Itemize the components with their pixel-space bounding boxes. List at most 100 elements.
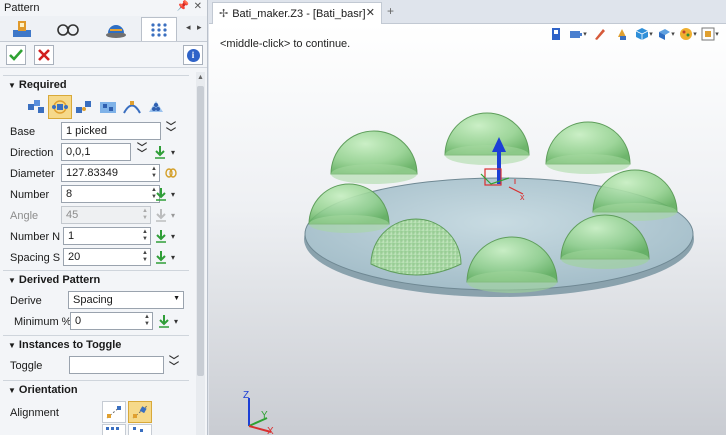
circular-pattern-icon <box>52 100 68 114</box>
chevron-down-icon: ▼ <box>173 295 180 302</box>
point-pattern-icon <box>76 101 91 113</box>
panel-scrollbar[interactable]: ▲ <box>196 72 205 435</box>
cancel-button[interactable] <box>34 45 54 65</box>
section-orientation[interactable]: ▼ Orientation <box>3 380 189 398</box>
tabs-scroll-left-icon[interactable]: ◂ <box>186 22 191 33</box>
green-arrow-icon <box>155 146 165 159</box>
direction-expand-icon[interactable]: ﹀ ﹀ <box>137 144 147 160</box>
close-tab-icon[interactable]: ✕ <box>366 6 375 19</box>
point-pattern-button[interactable] <box>72 95 96 119</box>
diameter-link-button[interactable] <box>164 166 178 180</box>
spacing-s-dropdown-icon[interactable]: ▾ <box>171 253 175 262</box>
curve-pattern-icon <box>123 101 141 114</box>
close-icon[interactable]: ✕ <box>194 1 202 12</box>
fill-pattern-button[interactable] <box>144 95 168 119</box>
panel-title: Pattern <box>4 2 40 14</box>
number-field[interactable]: 8 ▲ ▼ <box>61 185 160 203</box>
spacing-s-pick-button[interactable] <box>154 250 168 264</box>
diameter-label: Diameter <box>10 168 55 180</box>
number-n-dropdown-icon[interactable]: ▾ <box>171 232 175 241</box>
axis-triad: Z Y X <box>243 390 274 435</box>
align-grid-icon <box>106 427 119 430</box>
section-instances-to-toggle[interactable]: ▼ Instances to Toggle <box>3 335 189 353</box>
history-tool-icon <box>13 21 31 37</box>
alignment-option-3[interactable] <box>102 424 126 435</box>
spacing-s-spinner-icon[interactable]: ▲ ▼ <box>142 250 148 264</box>
pin-icon[interactable]: 📌 <box>177 1 189 12</box>
direction-field[interactable]: 0,0,1 <box>61 143 131 161</box>
angle-value: 45 <box>66 209 79 221</box>
document-tab-title: Bati_maker.Z3 - [Bati_basr] <box>232 8 366 20</box>
green-arrow-icon <box>156 188 166 201</box>
angle-field: 45 ▲ ▼ <box>61 206 151 224</box>
panel-header: Pattern 📌 ✕ <box>0 0 207 16</box>
app-window: Pattern 📌 ✕ ◂ ▸ i ▲ ▼ Required Base 1 pi… <box>0 0 726 435</box>
derive-select[interactable]: Spacing ▼ <box>68 291 184 309</box>
panel-action-bar: i <box>0 42 207 68</box>
number-pick-button[interactable] <box>154 187 168 201</box>
direction-pick-button[interactable] <box>153 145 167 159</box>
alignment-option-1[interactable] <box>102 401 126 423</box>
tab-assembly[interactable] <box>98 17 134 41</box>
ok-button[interactable] <box>6 45 26 65</box>
pattern-panel: Pattern 📌 ✕ ◂ ▸ i ▲ ▼ Required Base 1 pi… <box>0 0 208 435</box>
curve-pattern-button[interactable] <box>120 95 144 119</box>
toggle-label: Toggle <box>10 360 43 372</box>
number-dropdown-icon[interactable]: ▾ <box>171 190 175 199</box>
document-tab-bar: ✢ Bati_maker.Z3 - [Bati_basr] ✕ + <box>209 0 726 24</box>
tabs-scroll-right-icon[interactable]: ▸ <box>197 22 202 33</box>
direction-dropdown-icon[interactable]: ▾ <box>171 148 175 157</box>
face-pattern-button[interactable] <box>96 95 120 119</box>
section-required[interactable]: ▼ Required <box>3 75 189 93</box>
minimum-field[interactable]: 0 ▲ ▼ <box>70 312 153 330</box>
face-pattern-icon <box>100 102 116 113</box>
tab-document[interactable]: ✢ Bati_maker.Z3 - [Bati_basr] ✕ <box>212 2 382 24</box>
info-icon: i <box>186 48 200 62</box>
3d-viewport[interactable]: ▾ ▾ ▾ ▾ ▾ <middle-click> to continue. x … <box>209 24 726 435</box>
tab-history[interactable] <box>4 17 40 41</box>
spacing-s-field[interactable]: 20 ▲ ▼ <box>63 248 151 266</box>
number-n-pick-button[interactable] <box>154 229 168 243</box>
number-n-value: 1 <box>68 230 75 242</box>
collapse-icon: ▼ <box>8 386 16 395</box>
panel-icon-tabs: ◂ ▸ <box>0 16 207 42</box>
diameter-spinner-icon[interactable]: ▲ ▼ <box>151 166 157 180</box>
tab-pattern[interactable] <box>141 17 177 41</box>
link-icon <box>165 168 177 178</box>
spacing-s-label: Spacing S <box>10 252 61 264</box>
linear-pattern-button[interactable] <box>24 95 48 119</box>
number-n-field[interactable]: 1 ▲ ▼ <box>63 227 151 245</box>
spacing-s-value: 20 <box>68 251 81 263</box>
new-tab-button[interactable]: + <box>387 4 394 18</box>
model-scene[interactable]: x Z Y X <box>209 24 726 435</box>
section-toggle-label: Instances to Toggle <box>18 339 122 351</box>
number-n-spinner-icon[interactable]: ▲ ▼ <box>142 229 148 243</box>
angle-pick-button <box>154 208 168 222</box>
angle-label: Angle <box>10 210 39 222</box>
scroll-up-icon[interactable]: ▲ <box>197 74 204 81</box>
minimum-spinner-icon[interactable]: ▲ ▼ <box>144 314 150 328</box>
green-arrow-icon <box>156 230 166 243</box>
glasses-icon <box>57 24 79 36</box>
base-field[interactable]: 1 picked <box>61 122 161 140</box>
angle-spinner-icon: ▲ ▼ <box>142 208 148 221</box>
toggle-field[interactable] <box>69 356 164 374</box>
alignment-option-2[interactable] <box>128 401 152 423</box>
minimum-pick-button[interactable] <box>157 314 171 328</box>
base-expand-icon[interactable]: ﹀ ﹀ <box>166 123 176 139</box>
minimum-dropdown-icon[interactable]: ▾ <box>174 317 178 326</box>
tab-view[interactable] <box>50 17 86 41</box>
angle-dropdown-icon: ▾ <box>171 211 176 220</box>
section-derived-pattern[interactable]: ▼ Derived Pattern <box>3 270 189 288</box>
scrollbar-thumb[interactable] <box>197 86 204 376</box>
circular-pattern-button[interactable] <box>48 95 72 119</box>
diameter-field[interactable]: 127.83349 ▲ ▼ <box>61 164 160 182</box>
axis-y-label: Y <box>261 410 268 421</box>
direction-label: Direction <box>10 147 54 159</box>
base-label: Base <box>10 126 36 138</box>
align-linear-icon <box>106 405 122 419</box>
toggle-expand-icon[interactable]: ﹀ ﹀ <box>169 357 179 373</box>
help-button[interactable]: i <box>183 45 203 65</box>
axis-z-label: Z <box>243 390 249 401</box>
alignment-option-4[interactable] <box>128 424 152 435</box>
